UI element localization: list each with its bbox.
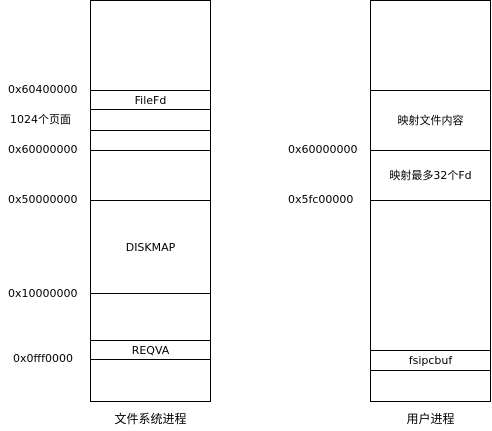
divider <box>371 370 490 371</box>
fs-process-column: FileFd DISKMAP REQVA <box>90 0 211 402</box>
user-process-column: 映射文件内容 映射最多32个Fd fsipcbuf <box>370 0 491 402</box>
divider <box>91 293 210 294</box>
mapped-file-content-label: 映射文件内容 <box>397 114 464 127</box>
divider <box>91 150 210 151</box>
divider <box>91 109 210 110</box>
divider <box>91 359 210 360</box>
fsipcbuf-region-label: fsipcbuf <box>408 354 453 367</box>
diskmap-region-label: DISKMAP <box>125 240 176 254</box>
fs-address-label: 0x60000000 <box>8 143 78 156</box>
user-address-label: 0x60000000 <box>288 143 358 156</box>
reqva-region-label: REQVA <box>131 343 170 357</box>
user-process-caption: 用户进程 <box>406 412 455 426</box>
fs-address-label: 0x60400000 <box>8 83 78 96</box>
filefd-region-label: FileFd <box>134 93 167 107</box>
user-address-label: 0x5fc00000 <box>288 193 354 206</box>
divider <box>91 130 210 131</box>
divider <box>371 200 490 201</box>
mapped-fd-label: 映射最多32个Fd <box>389 169 472 182</box>
fs-address-label: 0x0fff0000 <box>13 352 73 365</box>
fs-process-caption: 文件系统进程 <box>114 412 187 426</box>
fs-page-count-label: 1024个页面 <box>10 113 71 126</box>
fs-address-label: 0x50000000 <box>8 193 78 206</box>
fs-address-label: 0x10000000 <box>8 287 78 300</box>
